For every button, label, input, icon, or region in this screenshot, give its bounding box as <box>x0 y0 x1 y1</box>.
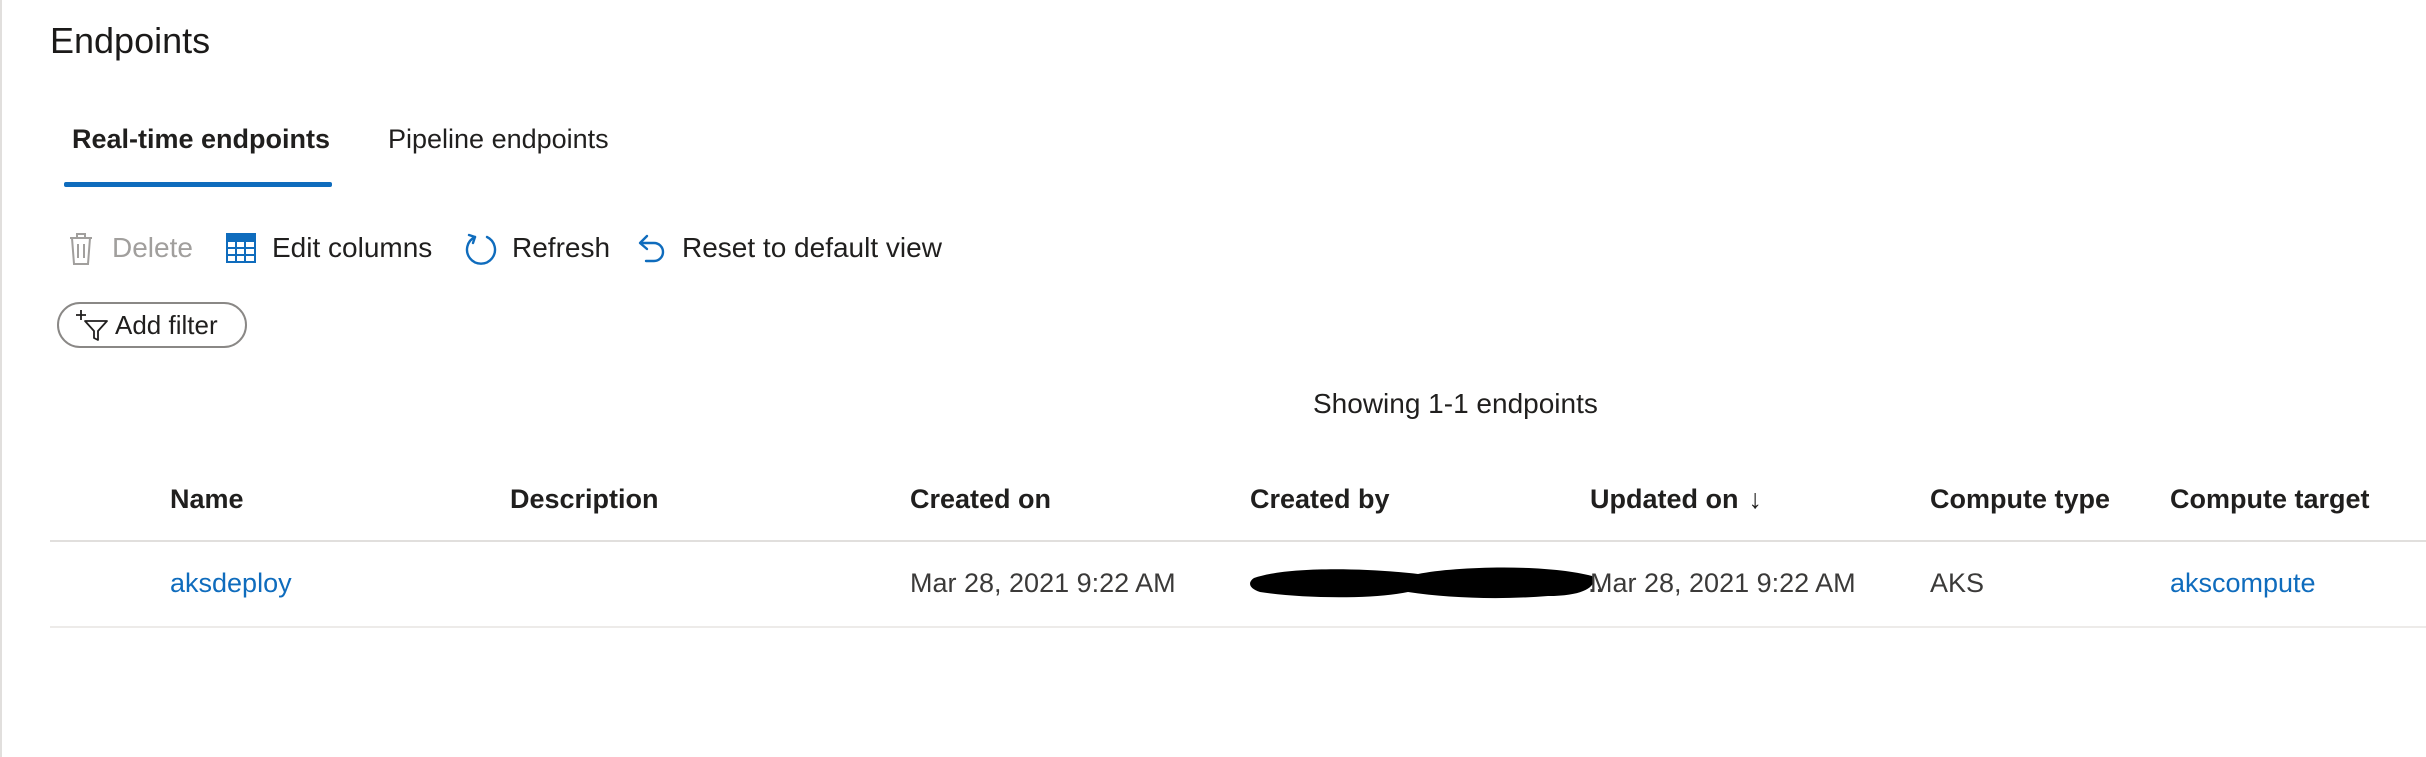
undo-icon <box>634 229 668 267</box>
column-header-created-by[interactable]: Created by <box>1250 484 1390 515</box>
refresh-label: Refresh <box>512 232 611 263</box>
reset-default-view-label: Reset to default view <box>682 232 942 263</box>
edit-columns-label: Edit columns <box>272 232 433 263</box>
table-grid-icon <box>224 229 258 267</box>
redacted-created-by <box>1250 567 1594 599</box>
updated-on-label: Updated on <box>1590 484 1739 514</box>
reset-default-view-button[interactable]: Reset to default view <box>634 226 942 270</box>
endpoint-created-on: Mar 28, 2021 9:22 AM <box>910 568 1176 598</box>
add-filter-icon <box>73 307 111 343</box>
tab-real-time-endpoints[interactable]: Real-time endpoints <box>72 124 330 155</box>
endpoint-updated-on: Mar 28, 2021 9:22 AM <box>1590 568 1856 598</box>
edit-columns-button[interactable]: Edit columns <box>224 226 432 270</box>
tab-pipeline-endpoints[interactable]: Pipeline endpoints <box>388 124 609 155</box>
column-header-updated-on[interactable]: Updated on ↓ <box>1590 484 1762 515</box>
add-filter-button[interactable]: Add filter <box>57 302 247 348</box>
column-header-compute-target[interactable]: Compute target <box>2170 484 2370 515</box>
trash-icon <box>64 229 98 267</box>
endpoints-table: Name Description Created on Created by U… <box>50 470 2426 628</box>
page-title: Endpoints <box>50 20 211 61</box>
endpoint-name-link[interactable]: aksdeploy <box>170 568 292 599</box>
refresh-button[interactable]: Refresh <box>464 226 610 270</box>
endpoint-compute-type: AKS <box>1930 568 1985 598</box>
refresh-icon <box>464 229 498 267</box>
delete-label: Delete <box>112 232 193 263</box>
column-header-description[interactable]: Description <box>510 484 659 515</box>
column-header-name[interactable]: Name <box>170 484 244 515</box>
column-header-created-on[interactable]: Created on <box>910 484 1051 515</box>
table-row[interactable]: aksdeploy Mar 28, 2021 9:22 AM .. Mar 28… <box>50 542 2426 628</box>
add-filter-label: Add filter <box>115 309 218 340</box>
left-border <box>0 0 2 757</box>
delete-button[interactable]: Delete <box>64 226 193 270</box>
active-tab-indicator <box>64 182 332 187</box>
results-count-text: Showing 1-1 endpoints <box>1313 388 1598 419</box>
table-header-row: Name Description Created on Created by U… <box>50 470 2426 542</box>
arrow-down-icon: ↓ <box>1748 484 1763 514</box>
compute-target-link[interactable]: akscompute <box>2170 568 2316 599</box>
column-header-compute-type[interactable]: Compute type <box>1930 484 2110 515</box>
